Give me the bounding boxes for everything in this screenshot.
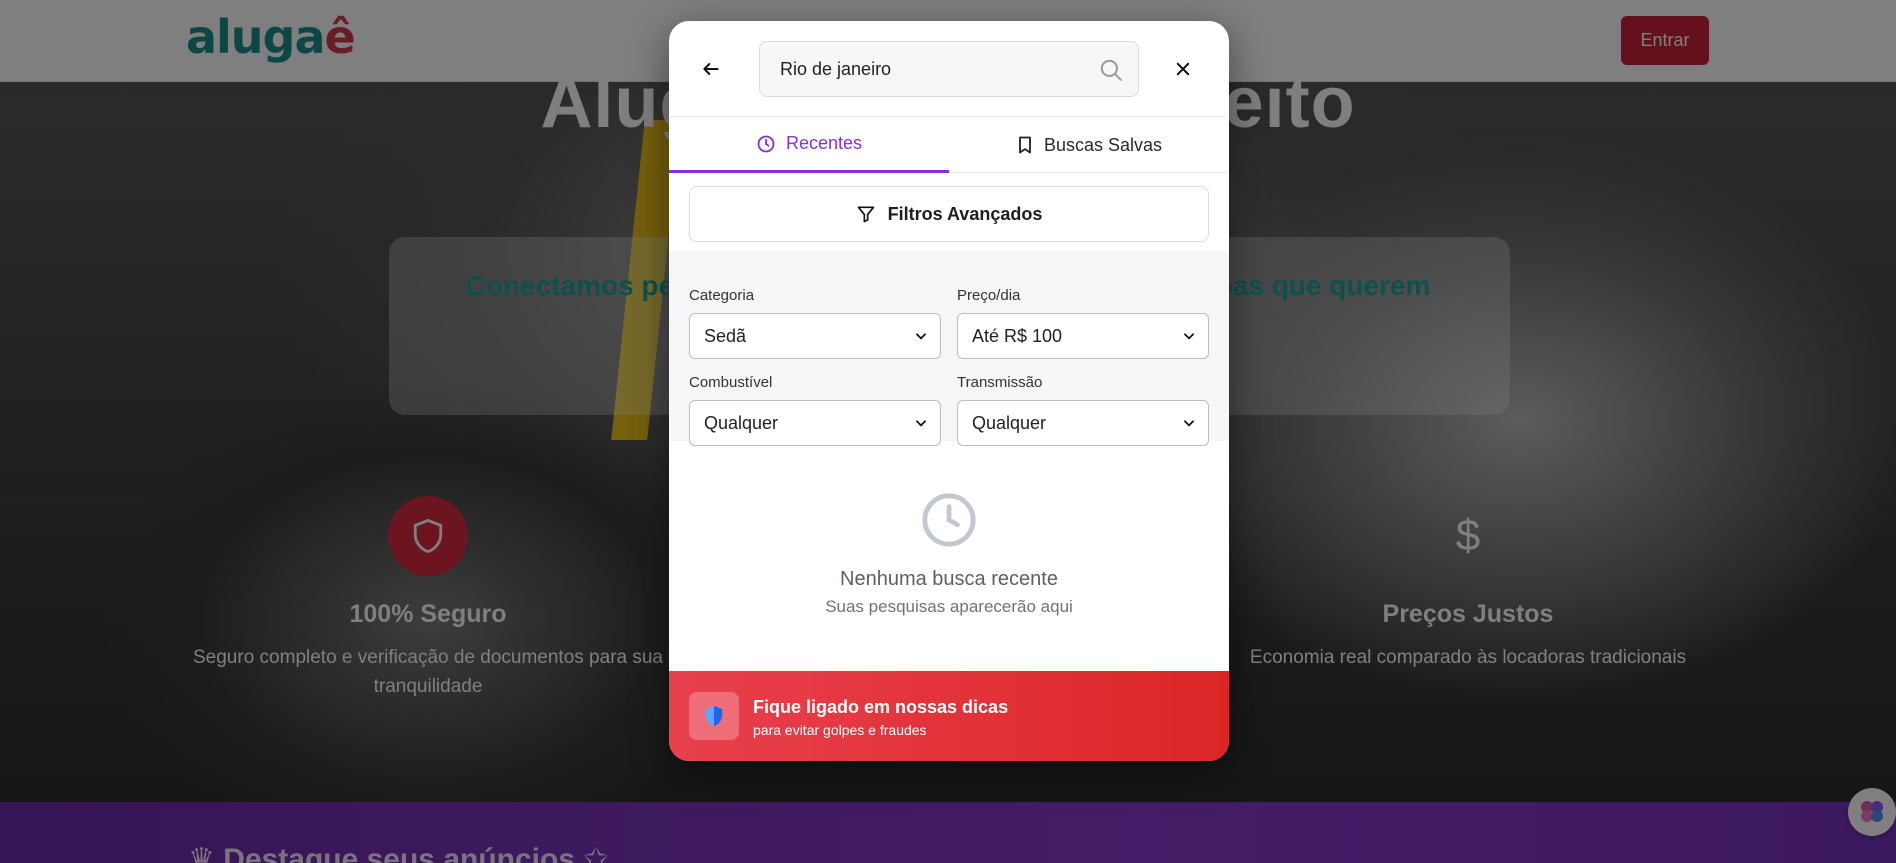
shield-icon [689,692,739,740]
close-icon [1176,62,1190,76]
transmissao-field: Transmissão Qualquer [957,374,1209,446]
filter-icon [857,206,874,223]
advanced-filters-label: Filtros Avançados [887,203,1043,224]
categoria-label: Categoria [689,287,755,304]
tab-buscas-salvas[interactable]: Buscas Salvas [949,117,1229,173]
chevron-down-icon [1184,420,1194,427]
search-modal: Recentes Buscas Salvas Filtros Avançados… [669,21,1229,761]
search-box [759,41,1139,97]
chevron-down-icon [916,420,926,427]
transmissao-label: Transmissão [957,374,1043,391]
combustivel-field: Combustível Qualquer [689,374,941,446]
combustivel-value: Qualquer [704,412,779,433]
categoria-select[interactable]: Sedã [689,313,941,359]
tab-label: Recentes [785,133,863,153]
search-icon[interactable] [1098,57,1124,83]
clock-icon [757,135,775,152]
bookmark-icon [1019,136,1031,154]
combustivel-select[interactable]: Qualquer [689,400,941,446]
empty-state: Nenhuma busca recente Suas pesquisas apa… [669,491,1229,617]
chevron-down-icon [916,333,926,340]
combustivel-label: Combustível [689,374,773,391]
clock-icon [922,493,976,547]
preco-field: Preço/dia Até R$ 100 [957,287,1209,359]
shield-icon-graphic [705,705,723,727]
tab-label: Buscas Salvas [1043,134,1163,155]
tip-title: Fique ligado em nossas dicas [753,697,1009,717]
preco-select[interactable]: Até R$ 100 [957,313,1209,359]
categoria-field: Categoria Sedã [689,287,941,359]
preco-value: Até R$ 100 [972,325,1063,346]
tab-recentes[interactable]: Recentes [669,117,949,173]
arrow-left-icon [703,63,719,75]
chevron-down-icon [1184,333,1194,340]
transmissao-value: Qualquer [972,412,1047,433]
advanced-filters-button[interactable]: Filtros Avançados [689,186,1209,242]
safety-tips-banner[interactable]: Fique ligado em nossas dicas para evitar… [669,671,1229,761]
transmissao-select[interactable]: Qualquer [957,400,1209,446]
empty-state-subtitle: Suas pesquisas aparecerão aqui [825,597,1073,616]
filters-panel: Categoria Sedã Preço/dia Até R$ 100 Comb… [669,251,1229,446]
categoria-value: Sedã [704,325,747,346]
preco-label: Preço/dia [957,287,1021,304]
tip-subtitle: para evitar golpes e fraudes [753,722,927,738]
search-input[interactable] [780,42,1080,96]
modal-header [669,21,1229,117]
empty-state-title: Nenhuma busca recente [840,568,1058,590]
search-tabs: Recentes Buscas Salvas [669,117,1229,173]
close-button[interactable] [1165,51,1201,87]
back-button[interactable] [693,51,729,87]
